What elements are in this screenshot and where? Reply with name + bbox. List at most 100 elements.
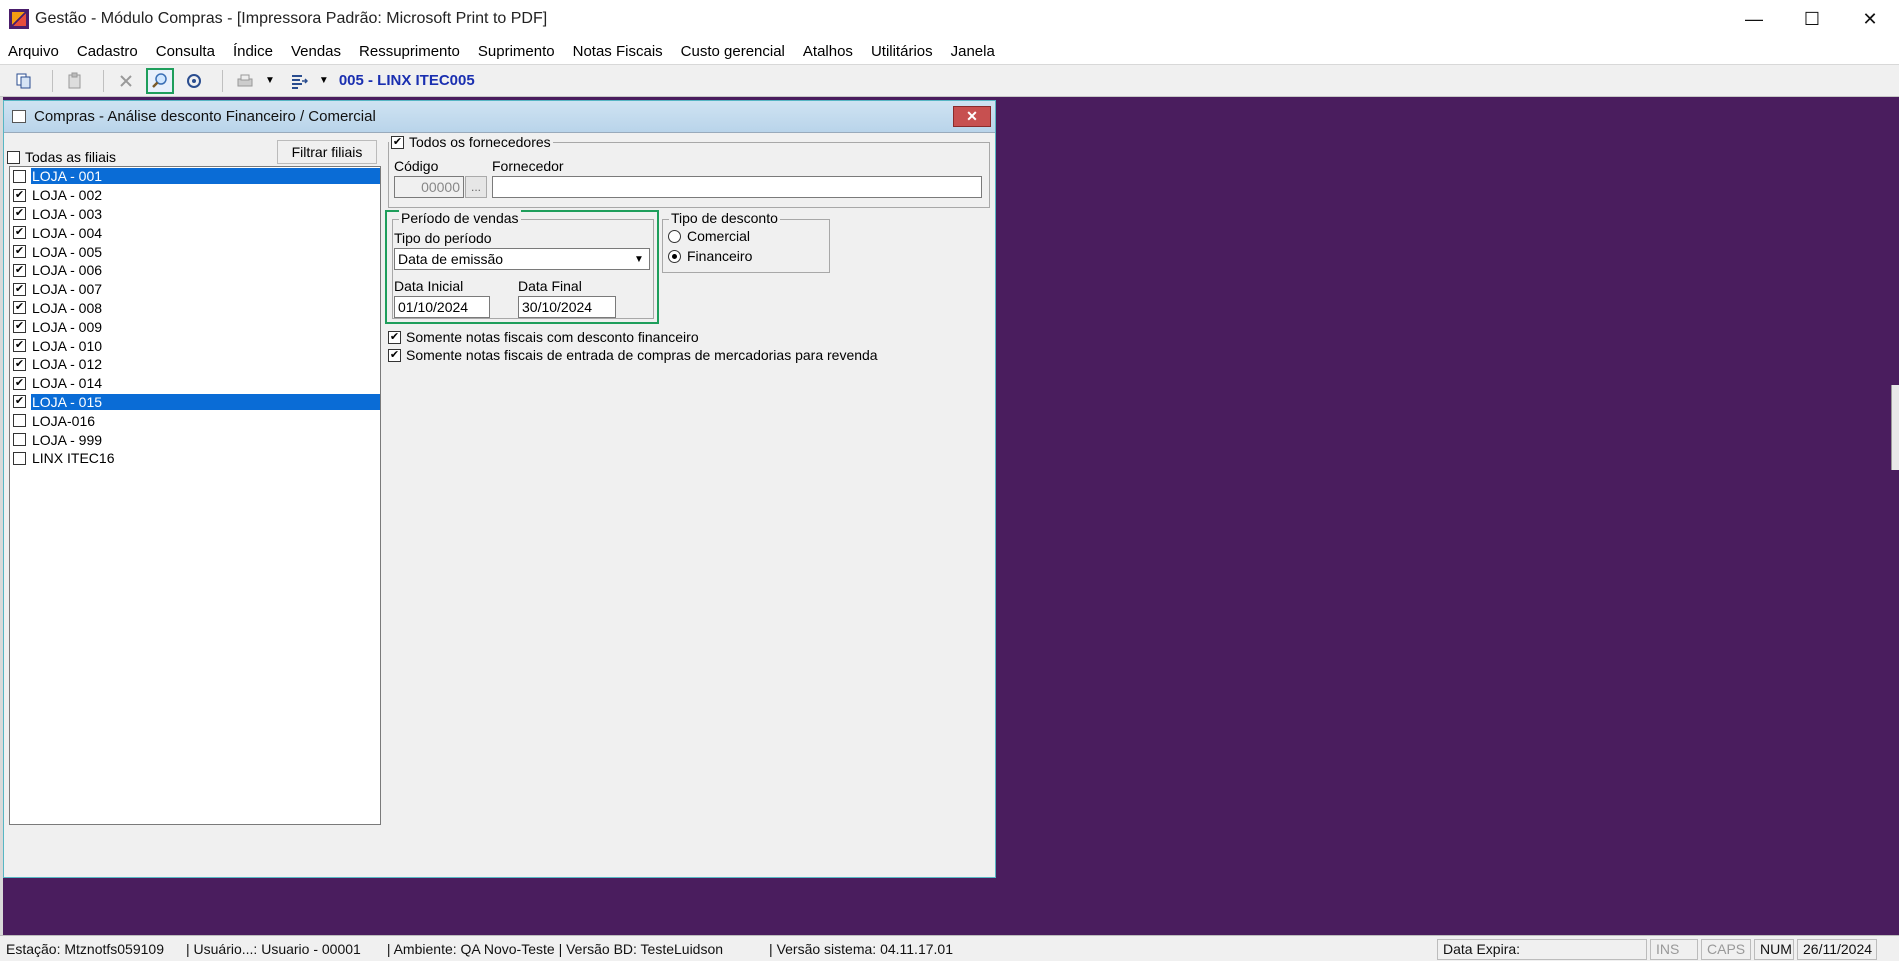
store-list-item[interactable]: LOJA - 008 <box>10 299 380 318</box>
chevron-down-icon[interactable]: ▼ <box>629 249 649 269</box>
status-user: | Usuário...: Usuario - 00001 <box>186 940 361 957</box>
app-logo-icon <box>9 9 29 29</box>
radio-financeiro[interactable] <box>668 249 681 263</box>
store-list-item[interactable]: LOJA - 004 <box>10 223 380 242</box>
store-checkbox[interactable] <box>13 376 26 390</box>
option-resale-purchases-row[interactable]: Somente notas fiscais de entrada de comp… <box>388 347 878 363</box>
close-button[interactable]: ✕ <box>1841 0 1899 38</box>
window-icon <box>12 110 26 123</box>
menu-ressuprimento[interactable]: Ressuprimento <box>359 43 460 60</box>
store-checkbox[interactable] <box>13 282 26 296</box>
option-financial-discount-checkbox[interactable] <box>388 330 401 344</box>
store-label: LOJA - 005 <box>32 243 103 260</box>
store-list-item[interactable]: LOJA - 009 <box>10 317 380 336</box>
store-checkbox[interactable] <box>13 188 26 202</box>
store-checkbox[interactable] <box>13 320 26 334</box>
option-resale-purchases-label: Somente notas fiscais de entrada de comp… <box>406 347 878 363</box>
store-label: LOJA - 002 <box>32 187 103 204</box>
store-checkbox[interactable] <box>13 245 26 259</box>
radio-comercial-row[interactable]: Comercial <box>668 228 750 244</box>
suppliers-group: Todos os fornecedores <box>388 134 990 208</box>
store-checkbox[interactable] <box>13 339 26 353</box>
menu-indice[interactable]: Índice <box>233 43 273 60</box>
supplier-code-input[interactable]: 00000 <box>394 176 464 198</box>
store-label: LOJA-016 <box>32 412 96 429</box>
store-list-item[interactable]: LOJA - 999 <box>10 430 380 449</box>
status-version: | Versão sistema: 04.11.17.01 <box>769 940 953 957</box>
all-suppliers-row[interactable]: Todos os fornecedores <box>389 134 553 150</box>
menu-notas-fiscais[interactable]: Notas Fiscais <box>573 43 663 60</box>
store-list-item[interactable]: LOJA - 015 <box>10 393 380 412</box>
start-date-input[interactable]: 01/10/2024 <box>394 296 490 318</box>
store-list-item[interactable]: LOJA - 001 <box>10 167 380 186</box>
menu-janela[interactable]: Janela <box>951 43 995 60</box>
splitter-handle[interactable] <box>1891 385 1899 470</box>
radio-financeiro-row[interactable]: Financeiro <box>668 248 752 264</box>
store-list[interactable]: LOJA - 001 LOJA - 002LOJA - 003 LOJA - 004… <box>9 166 381 825</box>
store-list-item[interactable]: LOJA - 012 <box>10 355 380 374</box>
store-label: LINX ITEC16 <box>32 450 115 467</box>
supplier-label: Fornecedor <box>492 158 564 174</box>
supplier-lookup-button[interactable]: ... <box>465 176 487 198</box>
menu-utilitarios[interactable]: Utilitários <box>871 43 933 60</box>
store-checkbox[interactable] <box>13 395 26 409</box>
filter-stores-button[interactable]: Filtrar filiais <box>277 140 377 164</box>
search-icon[interactable] <box>146 67 174 94</box>
supplier-name-input[interactable] <box>492 176 982 198</box>
target-icon[interactable] <box>180 68 208 94</box>
store-checkbox[interactable] <box>13 207 26 221</box>
analysis-window-title: Compras - Análise desconto Financeiro / … <box>34 108 376 125</box>
store-list-item[interactable]: LOJA - 003 <box>10 205 380 224</box>
menu-arquivo[interactable]: Arquivo <box>8 43 59 60</box>
store-checkbox[interactable] <box>13 169 26 183</box>
store-checkbox[interactable] <box>13 301 26 315</box>
print-icon[interactable] <box>231 68 259 94</box>
menu-cadastro[interactable]: Cadastro <box>77 43 138 60</box>
store-label: LOJA - 014 <box>32 375 103 392</box>
store-checkbox[interactable] <box>13 357 26 371</box>
menu-custo-gerencial[interactable]: Custo gerencial <box>681 43 785 60</box>
store-list-item[interactable]: LOJA - 002 <box>10 186 380 205</box>
menu-atalhos[interactable]: Atalhos <box>803 43 853 60</box>
store-list-item[interactable]: LOJA - 010 <box>10 336 380 355</box>
store-checkbox[interactable] <box>13 226 26 240</box>
minimize-button[interactable]: — <box>1725 0 1783 38</box>
end-date-label: Data Final <box>518 278 582 294</box>
all-stores-checkbox-row[interactable]: Todas as filiais <box>7 149 116 165</box>
title-bar: Gestão - Módulo Compras - [Impressora Pa… <box>0 0 1899 38</box>
end-date-input[interactable]: 30/10/2024 <box>518 296 616 318</box>
menu-vendas[interactable]: Vendas <box>291 43 341 60</box>
all-stores-checkbox[interactable] <box>7 150 20 164</box>
status-bar: Estação: Mtznotfs059109 | Usuário...: Us… <box>0 935 1899 961</box>
store-checkbox[interactable] <box>13 263 26 277</box>
delete-icon[interactable] <box>112 68 140 94</box>
paste-icon[interactable] <box>61 68 89 94</box>
maximize-button[interactable]: ☐ <box>1783 0 1841 38</box>
period-type-select[interactable]: Data de emissão ▼ <box>394 248 650 270</box>
store-list-item[interactable]: LINX ITEC16 <box>10 449 380 468</box>
store-list-item[interactable]: LOJA - 006 <box>10 261 380 280</box>
export-icon[interactable] <box>285 68 313 94</box>
menu-suprimento[interactable]: Suprimento <box>478 43 555 60</box>
status-expires: Data Expira: <box>1437 938 1647 960</box>
option-financial-discount-row[interactable]: Somente notas fiscais com desconto finan… <box>388 329 699 345</box>
chevron-down-icon[interactable]: ▼ <box>265 75 275 86</box>
store-checkbox[interactable] <box>13 433 26 447</box>
store-list-item[interactable]: LOJA - 007 <box>10 280 380 299</box>
store-checkbox[interactable] <box>13 414 26 428</box>
store-list-item[interactable]: LOJA - 005 <box>10 242 380 261</box>
store-label: LOJA - 012 <box>32 356 103 373</box>
copy-icon[interactable] <box>10 68 38 94</box>
store-list-item[interactable]: LOJA - 014 <box>10 374 380 393</box>
window-controls: — ☐ ✕ <box>1725 0 1899 38</box>
store-checkbox[interactable] <box>13 451 26 465</box>
analysis-window-close-button[interactable]: ✕ <box>953 106 991 127</box>
radio-comercial[interactable] <box>668 229 681 243</box>
toolbar-separator <box>103 69 104 92</box>
chevron-down-icon[interactable]: ▼ <box>319 75 329 86</box>
option-resale-purchases-checkbox[interactable] <box>388 348 401 362</box>
all-suppliers-checkbox[interactable] <box>391 135 404 149</box>
store-list-item[interactable]: LOJA-016 <box>10 411 380 430</box>
toolbar-separator <box>52 69 53 92</box>
menu-consulta[interactable]: Consulta <box>156 43 215 60</box>
